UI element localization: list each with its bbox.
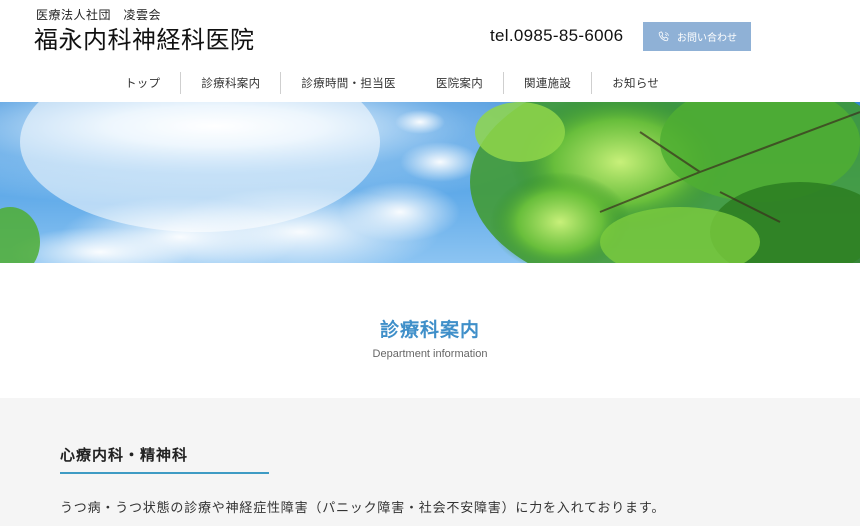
phone-icon <box>658 31 669 41</box>
page-title: 診療科案内 <box>379 319 480 341</box>
hero-banner-image <box>0 102 860 263</box>
section-description: うつ病・うつ状態の診療や神経症性障害（パニック障害・社会不安障害）に力を入れてお… <box>60 501 666 516</box>
nav-item-top[interactable]: トップ <box>105 72 180 94</box>
department-section: 心療内科・精神科 うつ病・うつ状態の診療や神経症性障害（パニック障害・社会不安障… <box>0 398 860 526</box>
heading-underline <box>60 472 269 474</box>
site-header: 医療法人社団 凌雲会 福永内科神経科医院 tel.0985-85-6006 お問… <box>0 0 860 64</box>
sky-leaves-illustration <box>0 102 860 263</box>
page-subtitle: Department information <box>372 348 488 360</box>
nav-item-departments[interactable]: 診療科案内 <box>180 72 280 94</box>
nav-item-news[interactable]: お知らせ <box>591 72 679 94</box>
nav-item-hours-doctors[interactable]: 診療時間・担当医 <box>280 72 415 94</box>
contact-button-label: お問い合わせ <box>677 33 737 44</box>
contact-button[interactable]: お問い合わせ <box>643 22 751 51</box>
nav-item-related-facilities[interactable]: 関連施設 <box>503 72 591 94</box>
nav-item-clinic-info[interactable]: 医院案内 <box>416 72 503 94</box>
clinic-logo-title[interactable]: 福永内科神経科医院 <box>34 20 255 55</box>
section-heading: 心療内科・精神科 <box>60 446 189 464</box>
main-nav: トップ 診療科案内 診療時間・担当医 医院案内 関連施設 お知らせ <box>105 71 679 95</box>
phone-number[interactable]: tel.0985-85-6006 <box>490 26 623 46</box>
page-title-section: 診療科案内 Department information <box>0 263 860 398</box>
